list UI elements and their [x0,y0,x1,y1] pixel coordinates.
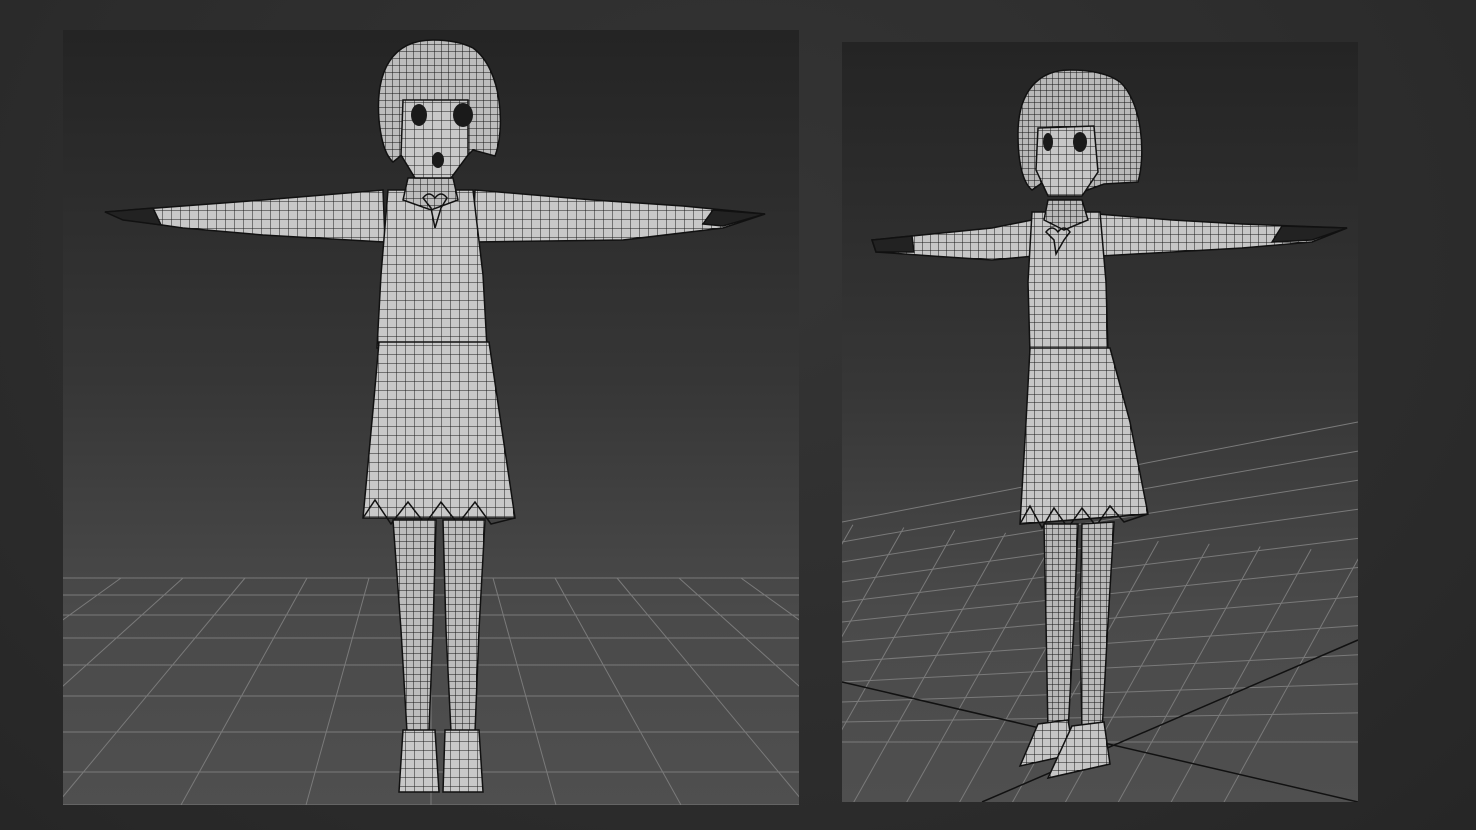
persp-torso [1027,211,1109,355]
persp-grid-line-a [842,524,854,545]
persp-right-leg [1079,521,1115,733]
front-character-mesh[interactable] [104,39,766,793]
persp-grid-line-a [1117,546,1261,802]
front-right-leg [442,519,486,733]
front-left-shoe [398,729,440,793]
front-right-eye [453,103,473,127]
front-grid-col [180,577,308,805]
front-grid-col [63,577,184,687]
persp-right-hand [1270,225,1348,243]
perspective-viewport-svg [842,69,1358,802]
front-grid-col [63,577,122,621]
front-grid-col [63,577,246,798]
front-grid-col [554,577,682,805]
persp-left-leg [1043,523,1079,733]
front-grid-col [678,577,799,687]
persp-skirt [1019,347,1149,525]
front-viewport-svg [63,39,799,805]
persp-grid-line-a [842,527,905,638]
front-grid-col [492,577,557,805]
front-grid-col [740,577,799,621]
front-left-leg [392,519,437,733]
front-viewport[interactable] [63,30,799,805]
front-right-shoe [442,729,484,793]
front-left-hand [104,207,163,226]
persp-grid-line-a [842,529,956,731]
front-left-eye [411,104,427,126]
persp-grid-line-a [1223,558,1358,802]
screenshot-canvas [0,0,1476,830]
persp-grid-line-a [853,532,1007,802]
character-mesh-icon [0,0,1,1]
persp-left-hand [870,235,915,253]
front-grid-col [305,577,370,805]
perspective-viewport[interactable] [842,42,1358,802]
persp-right-eye [1073,132,1087,152]
front-skirt [362,341,516,519]
perspective-character-mesh[interactable] [870,69,1348,780]
front-grid-col [616,577,799,798]
persp-left-eye [1043,133,1053,151]
